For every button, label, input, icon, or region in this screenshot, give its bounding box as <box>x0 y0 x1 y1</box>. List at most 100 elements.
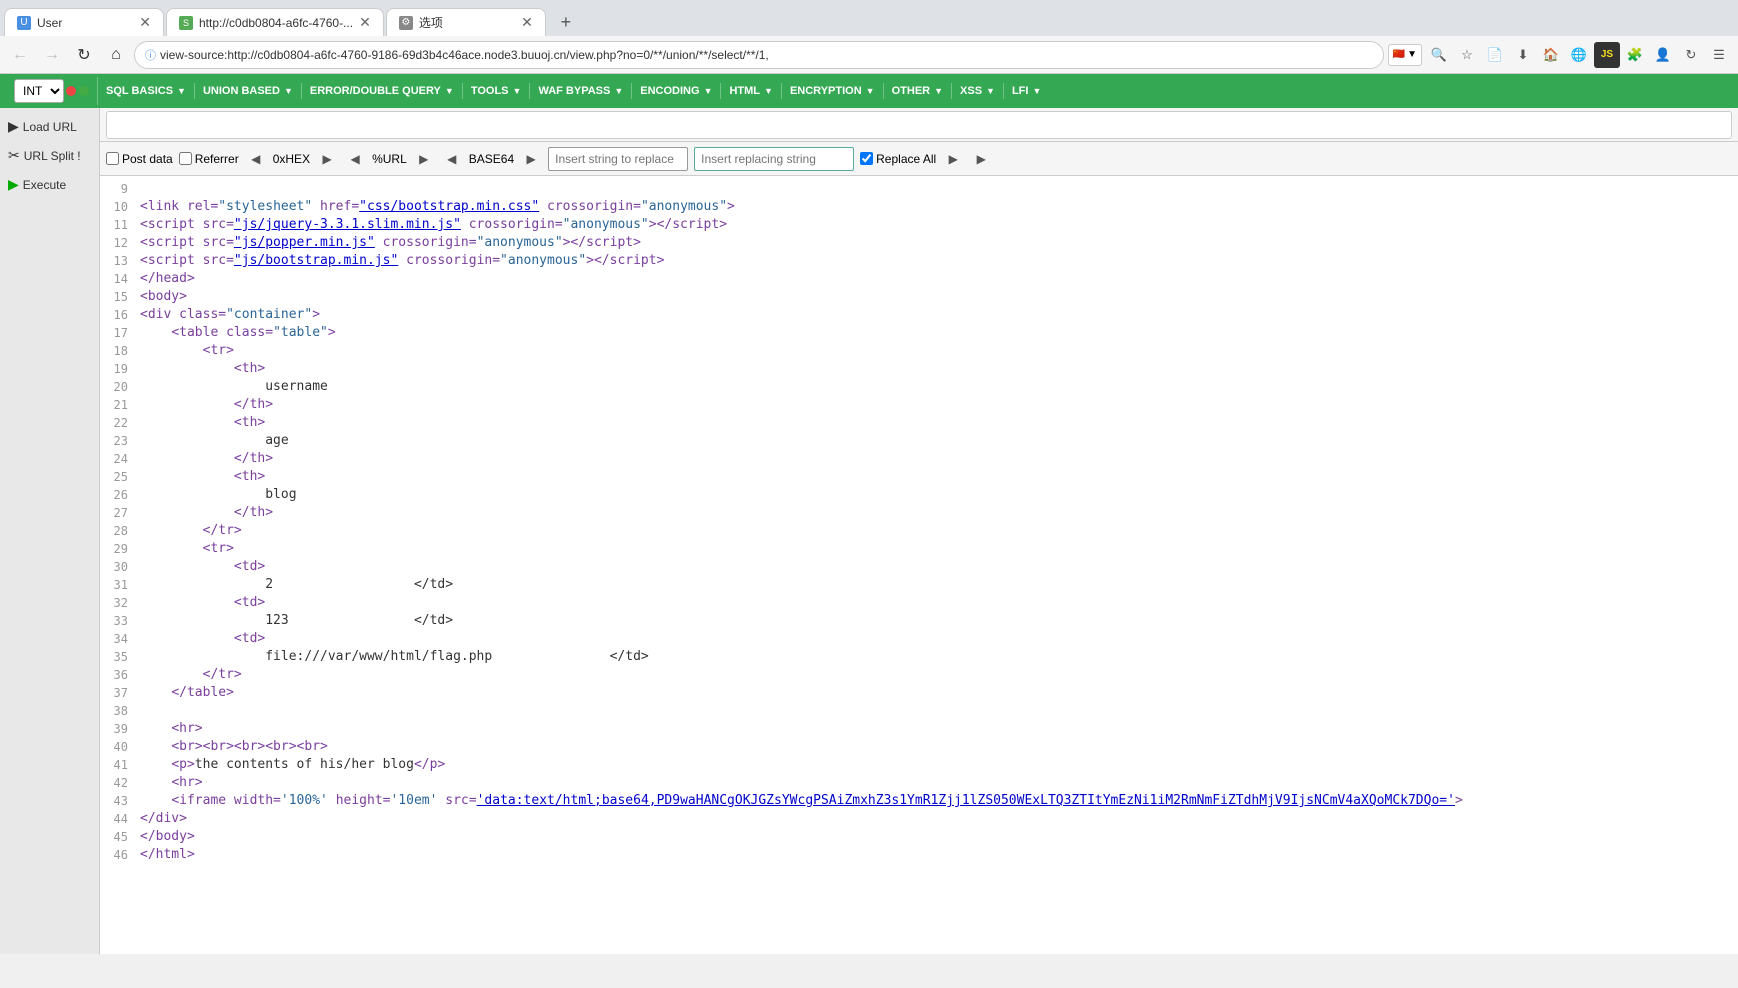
source-view: 910<link rel="stylesheet" href="css/boot… <box>100 176 1738 868</box>
load-url-button[interactable]: ▶ Load URL <box>0 112 99 141</box>
right-arrow-base64[interactable]: ▶ <box>520 148 542 170</box>
replace-all-checkbox-label: Replace All <box>860 152 936 166</box>
split-url-button[interactable]: ✂ URL Split ! <box>0 141 99 170</box>
download-icon[interactable]: ⬇ <box>1510 42 1536 68</box>
profile-icon[interactable]: 👤 <box>1650 42 1676 68</box>
ext-union-based[interactable]: UNION BASED ▼ <box>195 83 302 99</box>
sidebar: ▶ Load URL ✂ URL Split ! ▶ Execute <box>0 108 100 954</box>
source-line: 42 <hr> <box>100 774 1738 792</box>
line-number: 31 <box>100 576 136 594</box>
url-input[interactable] <box>106 111 1732 139</box>
source-line: 33 123 </td> <box>100 612 1738 630</box>
reader-icon[interactable]: 📄 <box>1482 42 1508 68</box>
tab-options-favicon: ⚙ <box>399 16 413 30</box>
back-button[interactable]: ← <box>6 41 34 69</box>
right-arrow-url[interactable]: ▶ <box>413 148 435 170</box>
source-line: 16<div class="container"> <box>100 306 1738 324</box>
post-data-label: Post data <box>122 152 173 166</box>
replace-all-label: Replace All <box>876 152 936 166</box>
right-arrow-hex[interactable]: ▶ <box>316 148 338 170</box>
replace-right-arrow[interactable]: ▶ <box>942 148 964 170</box>
source-line: 23 age <box>100 432 1738 450</box>
referrer-checkbox[interactable] <box>179 152 192 165</box>
tab-user[interactable]: U User ✕ <box>4 8 164 36</box>
ext-xss[interactable]: XSS▼ <box>952 83 1004 99</box>
source-line: 13<script src="js/bootstrap.min.js" cros… <box>100 252 1738 270</box>
reload-button[interactable]: ↻ <box>70 41 98 69</box>
left-arrow-url[interactable]: ◀ <box>344 148 366 170</box>
line-number: 16 <box>100 306 136 324</box>
ext-waf-bypass[interactable]: WAF BYPASS ▼ <box>530 83 632 99</box>
replace-all-checkbox[interactable] <box>860 152 873 165</box>
flag-button[interactable]: 🇨🇳 ▼ <box>1388 44 1422 66</box>
source-line: 34 <td> <box>100 630 1738 648</box>
line-number: 27 <box>100 504 136 522</box>
dot-green <box>79 86 89 96</box>
ext-waf-bypass-dropdown: ▼ <box>614 86 623 96</box>
ext-union-based-label: UNION BASED <box>203 85 280 97</box>
js-icon[interactable]: JS <box>1594 42 1620 68</box>
ext-other-label: OTHER <box>892 85 931 97</box>
ext-lfi[interactable]: LFI▼ <box>1004 83 1049 99</box>
tab-user-close[interactable]: ✕ <box>139 14 151 31</box>
line-number: 15 <box>100 288 136 306</box>
replace-to-input[interactable] <box>694 147 854 171</box>
ext-union-based-dropdown: ▼ <box>284 86 293 96</box>
ext-other[interactable]: OTHER▼ <box>884 83 952 99</box>
tab-options-close[interactable]: ✕ <box>521 14 533 31</box>
sync-icon[interactable]: ↻ <box>1678 42 1704 68</box>
ext-tools[interactable]: TOOLS▼ <box>463 83 531 99</box>
ext-error-double[interactable]: ERROR/DOUBLE QUERY▼ <box>302 83 463 99</box>
int-select[interactable]: INT <box>14 79 64 103</box>
ext-lfi-dropdown: ▼ <box>1032 86 1041 96</box>
ext1-icon[interactable]: 🧩 <box>1622 42 1648 68</box>
line-number: 35 <box>100 648 136 666</box>
ext-error-double-label: ERROR/DOUBLE QUERY <box>310 85 441 97</box>
left-arrow-hex[interactable]: ◀ <box>245 148 267 170</box>
line-number: 11 <box>100 216 136 234</box>
ext-encoding[interactable]: ENCODING▼ <box>632 83 721 99</box>
hex-label: 0xHEX <box>273 152 310 166</box>
source-line: 22 <th> <box>100 414 1738 432</box>
referrer-label: Referrer <box>195 152 239 166</box>
line-number: 25 <box>100 468 136 486</box>
tab-user-favicon: U <box>17 16 31 30</box>
forward-button[interactable]: → <box>38 41 66 69</box>
url-label: %URL <box>372 152 407 166</box>
home-button[interactable]: ⌂ <box>102 41 130 69</box>
right-panel: Post data Referrer ◀ 0xHEX ▶ ◀ %URL ▶ ◀ … <box>100 108 1738 954</box>
tab-options[interactable]: ⚙ 选项 ✕ <box>386 8 546 36</box>
ext-encoding-label: ENCODING <box>640 85 699 97</box>
address-bar[interactable]: ⓘ view-source:http://c0db0804-a6fc-4760-… <box>134 41 1384 69</box>
ext-encryption[interactable]: ENCRYPTION▼ <box>782 83 884 99</box>
ext-tools-dropdown: ▼ <box>513 86 522 96</box>
ext-sql-basics[interactable]: SQL BASICS▼ <box>98 83 195 99</box>
execute-button[interactable]: ▶ Execute <box>0 170 99 199</box>
line-number: 19 <box>100 360 136 378</box>
ext-xss-dropdown: ▼ <box>986 86 995 96</box>
dot-red <box>66 86 76 96</box>
line-number: 40 <box>100 738 136 756</box>
source-line: 44</div> <box>100 810 1738 828</box>
menu-icon[interactable]: ☰ <box>1706 42 1732 68</box>
bookmark-icon[interactable]: ☆ <box>1454 42 1480 68</box>
search-bar-icon[interactable]: 🔍 <box>1426 42 1452 68</box>
home2-icon[interactable]: 🏠 <box>1538 42 1564 68</box>
tab-source[interactable]: S http://c0db0804-a6fc-4760-... ✕ <box>166 8 384 36</box>
globe-icon[interactable]: 🌐 <box>1566 42 1592 68</box>
ext-waf-bypass-label: WAF BYPASS <box>538 85 610 97</box>
replace-right-arrow2[interactable]: ▶ <box>970 148 992 170</box>
replace-from-input[interactable] <box>548 147 688 171</box>
post-data-checkbox[interactable] <box>106 152 119 165</box>
source-line: 39 <hr> <box>100 720 1738 738</box>
source-line: 26 blog <box>100 486 1738 504</box>
source-line: 25 <th> <box>100 468 1738 486</box>
ext-int[interactable]: INT <box>6 77 98 105</box>
new-tab-button[interactable]: + <box>552 8 580 36</box>
source-content[interactable]: 910<link rel="stylesheet" href="css/boot… <box>100 176 1738 954</box>
left-arrow-base64[interactable]: ◀ <box>441 148 463 170</box>
ext-html[interactable]: HTML▼ <box>721 83 781 99</box>
line-number: 21 <box>100 396 136 414</box>
tab-source-close[interactable]: ✕ <box>359 14 371 31</box>
tab-bar: U User ✕ S http://c0db0804-a6fc-4760-...… <box>0 0 1738 36</box>
